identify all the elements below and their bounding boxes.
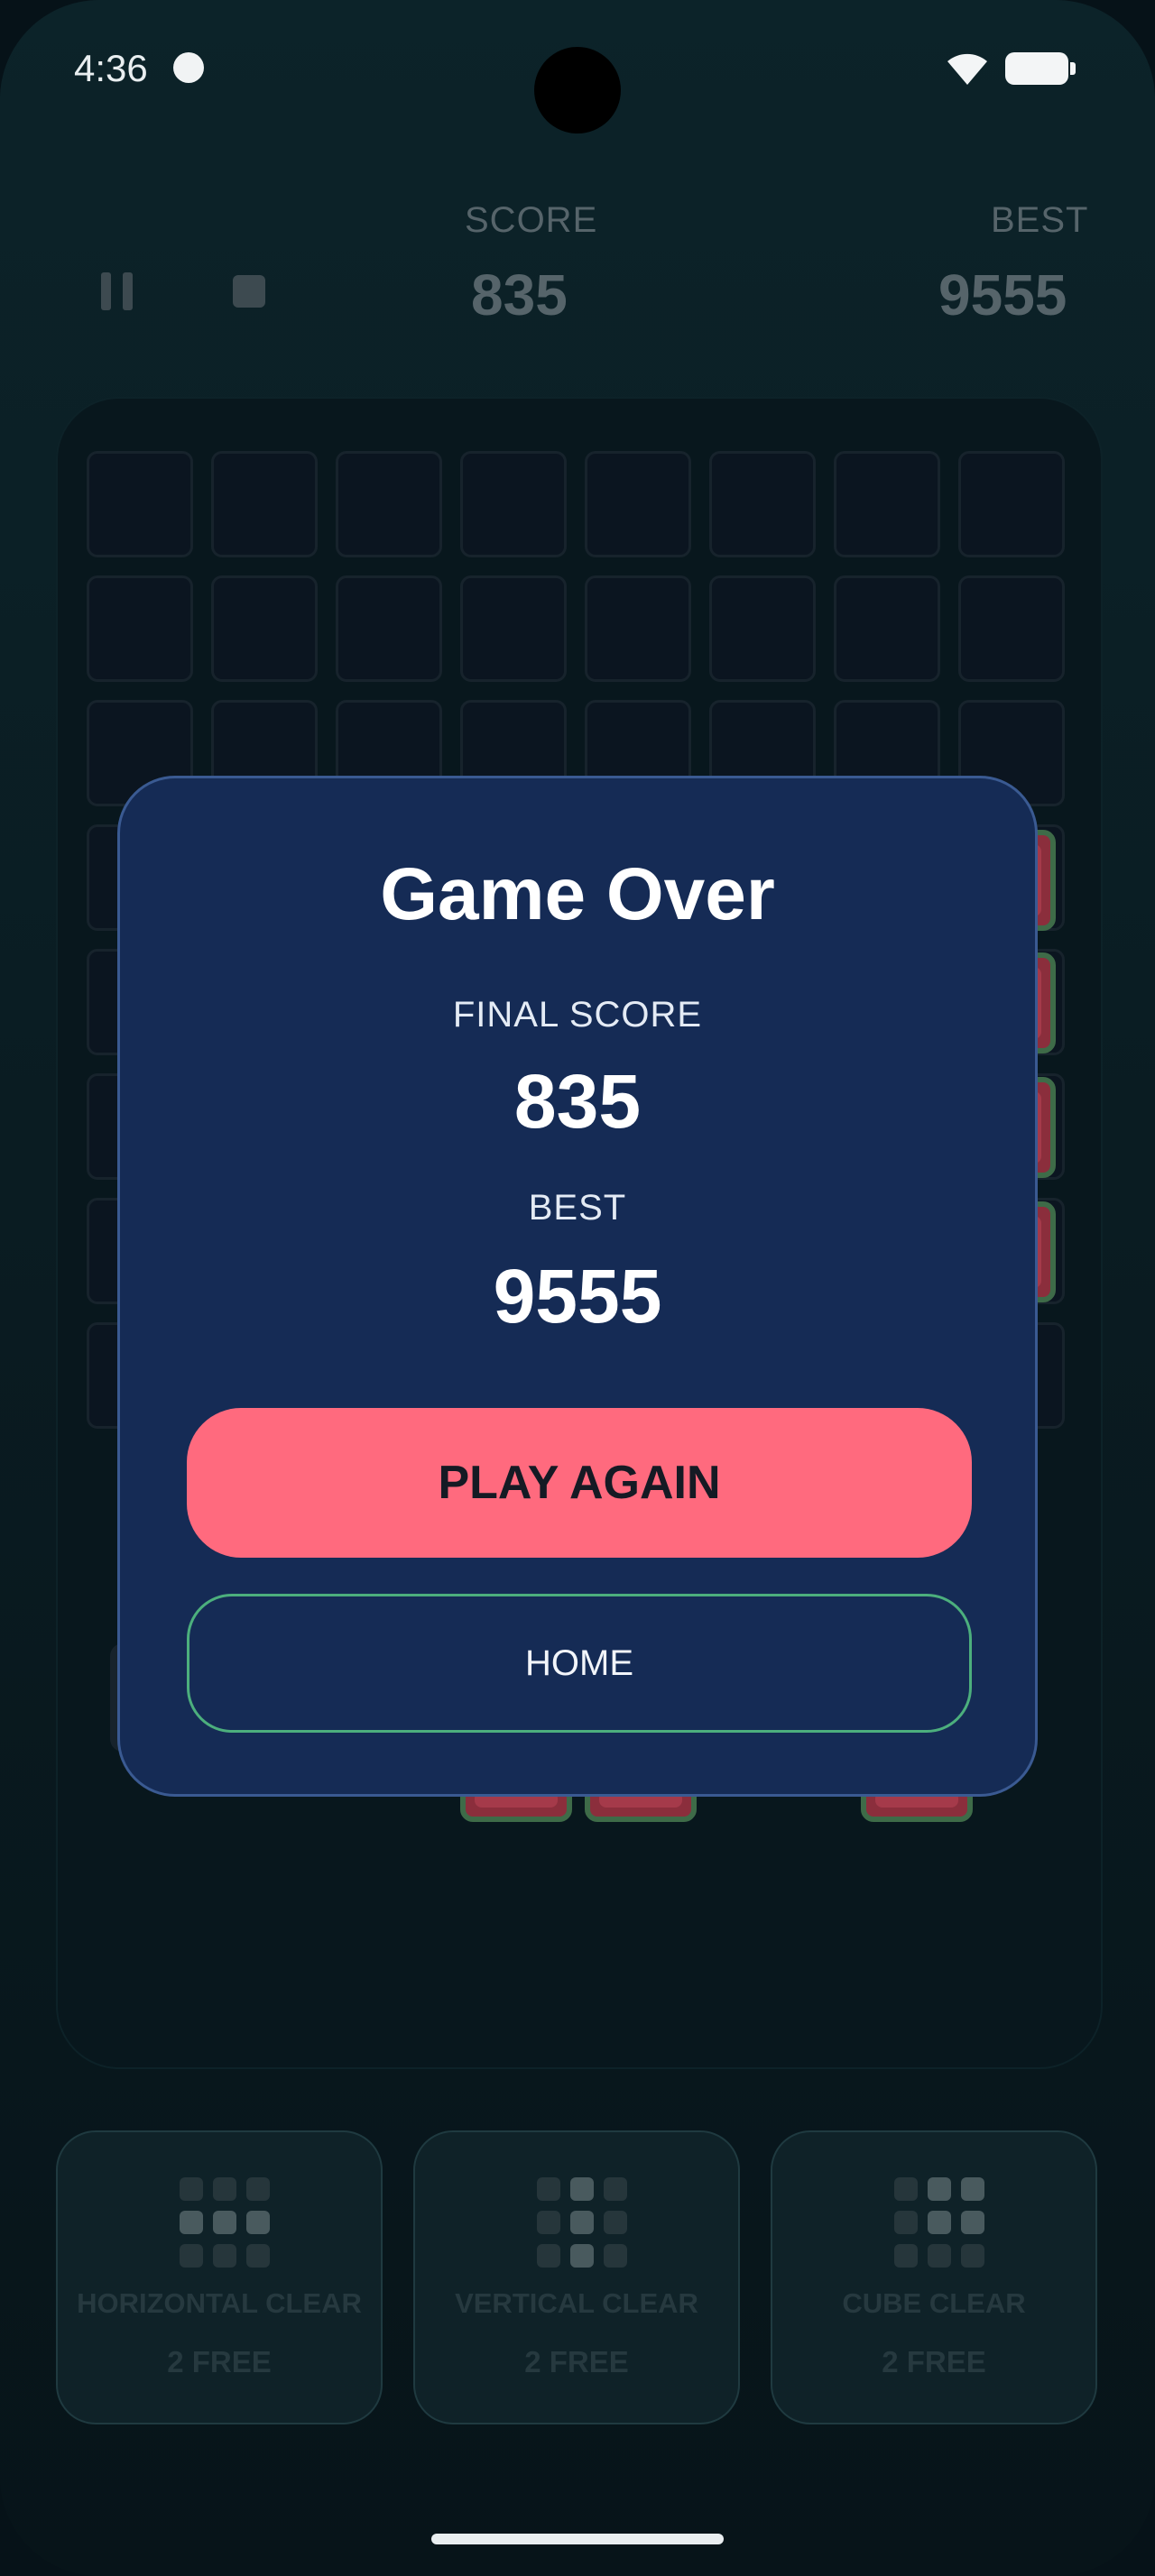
game-over-dialog: Game Over FINAL SCORE 835 BEST 9555 PLAY… [117,776,1038,1797]
pause-icon[interactable] [101,272,135,310]
power-count: 2 FREE [882,2345,986,2378]
best-value: 9555 [938,262,1067,327]
status-time: 4:36 [74,47,148,89]
board-cell[interactable] [460,451,567,557]
power-horizontal-clear[interactable]: HORIZONTAL CLEAR 2 FREE [56,2130,383,2424]
board-cell[interactable] [87,451,193,557]
vertical-clear-icon [537,2177,627,2268]
score-label: SCORE [465,200,598,240]
camera-cutout [534,47,621,133]
power-name: HORIZONTAL CLEAR [77,2287,362,2319]
board-cell[interactable] [834,451,940,557]
score-value: 835 [471,262,568,327]
best-label: BEST [991,200,1089,240]
board-cell[interactable] [336,451,442,557]
battery-icon [1005,52,1076,85]
board-cell[interactable] [834,575,940,682]
power-name: CUBE CLEAR [842,2287,1026,2319]
phone-screen: 4:36 SCORE 835 BEST 9555 HORIZONTAL CLEA… [0,0,1155,2576]
board-cell[interactable] [211,451,318,557]
stop-icon[interactable] [233,275,265,308]
wifi-icon [947,53,987,85]
board-cell[interactable] [336,575,442,682]
board-cell[interactable] [585,451,691,557]
board-cell[interactable] [958,451,1065,557]
board-cell[interactable] [460,575,567,682]
board-cell[interactable] [585,575,691,682]
final-score-label: FINAL SCORE [452,995,703,1035]
play-again-button[interactable]: PLAY AGAIN [187,1408,972,1558]
power-name: VERTICAL CLEAR [455,2287,698,2319]
board-cell[interactable] [709,575,816,682]
cube-clear-icon [894,2177,984,2268]
power-cube-clear[interactable]: CUBE CLEAR 2 FREE [771,2130,1097,2424]
home-button[interactable]: HOME [187,1594,972,1733]
board-cell[interactable] [958,575,1065,682]
final-score-value: 835 [513,1059,642,1144]
power-count: 2 FREE [167,2345,272,2378]
home-indicator[interactable] [431,2534,724,2544]
power-count: 2 FREE [524,2345,629,2378]
horizontal-clear-icon [180,2177,270,2268]
notification-icon [173,52,204,83]
board-cell[interactable] [87,575,193,682]
best-score-value: 9555 [493,1254,662,1339]
board-cell[interactable] [709,451,816,557]
power-vertical-clear[interactable]: VERTICAL CLEAR 2 FREE [413,2130,740,2424]
dialog-title: Game Over [380,853,775,935]
board-cell[interactable] [211,575,318,682]
best-score-label: BEST [528,1188,627,1228]
